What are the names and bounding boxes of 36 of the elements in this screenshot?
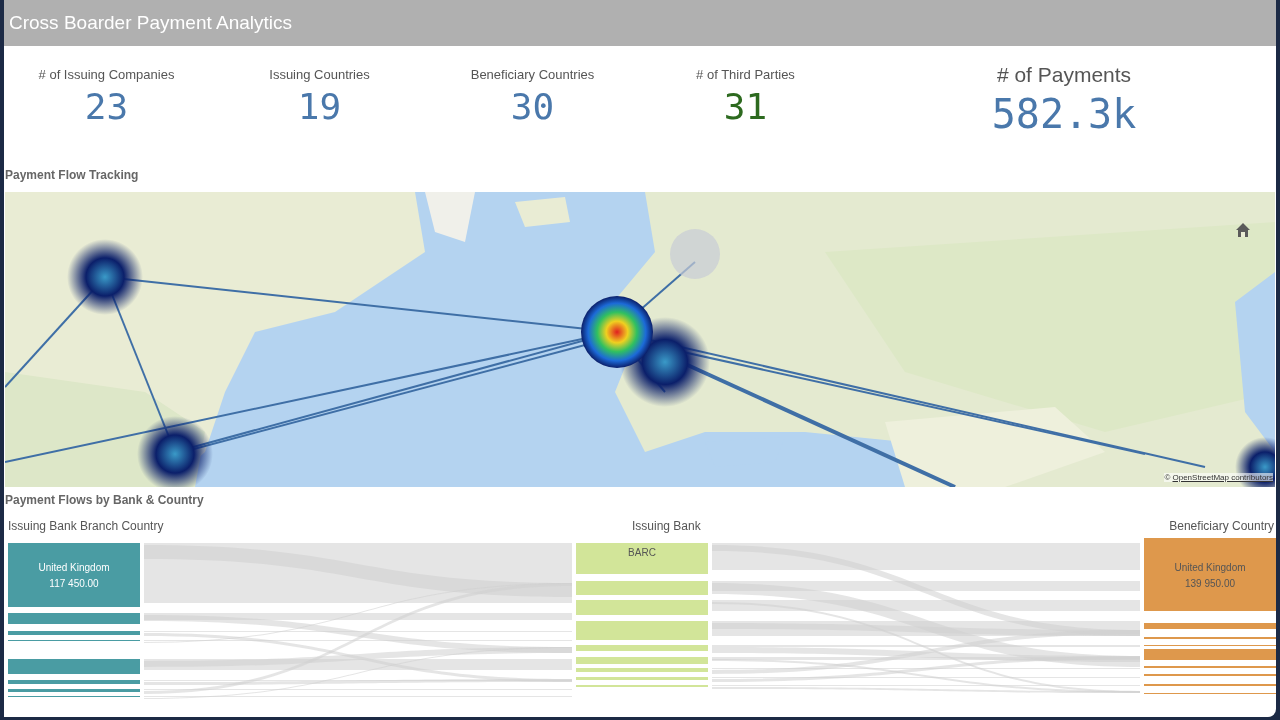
app-title: Cross Boarder Payment Analytics [9, 12, 292, 34]
column-heading: Beneficiary Country [1169, 519, 1274, 535]
kpi-value: 582.3k [991, 91, 1137, 137]
sankey-bar[interactable] [576, 677, 708, 680]
sankey-node[interactable]: BARC [576, 543, 708, 574]
kpi-label: # of Third Parties [696, 67, 795, 82]
sankey-bar[interactable] [8, 689, 140, 692]
sankey-bar[interactable] [1144, 649, 1276, 660]
column-heading: Issuing Bank Branch Country [8, 519, 164, 535]
column-heading: Issuing Bank [632, 519, 701, 535]
sankey-bar[interactable] [576, 657, 708, 664]
home-icon[interactable] [1235, 222, 1251, 238]
sankey-bar[interactable] [8, 631, 140, 635]
sankey-bar[interactable] [8, 680, 140, 684]
kpi-label: Beneficiary Countries [470, 67, 595, 82]
sankey-node[interactable]: United Kingdom 117 450.00 [8, 543, 140, 607]
sankey-bar[interactable] [8, 613, 140, 624]
sankey-bar[interactable] [576, 668, 708, 672]
sankey-bar[interactable] [576, 581, 708, 595]
kpi-value: 31 [723, 86, 768, 127]
attribution-text: © OpenStreetMap contributors [1164, 473, 1273, 482]
sankey-node[interactable]: United Kingdom 139 950.00 [1144, 538, 1276, 611]
sankey-bar[interactable] [576, 621, 708, 640]
kpi-value: 19 [297, 86, 342, 127]
section-title: Payment Flow Tracking [5, 168, 140, 184]
kpi-value: 30 [510, 86, 555, 127]
sankey-bar[interactable] [1144, 623, 1276, 629]
kpi-label: Issuing Countries [269, 67, 370, 82]
sankey-bar[interactable] [576, 600, 708, 615]
kpi-value: 23 [84, 86, 129, 127]
kpi-label: # of Issuing Companies [38, 67, 175, 82]
kpi-label: # of Payments [996, 63, 1132, 87]
sankey-bar[interactable] [8, 659, 140, 674]
sankey-bar[interactable] [576, 645, 708, 651]
section-title: Payment Flows by Bank & Country [5, 493, 205, 509]
attribution-link[interactable]: OpenStreetMap contributors [1172, 473, 1273, 482]
